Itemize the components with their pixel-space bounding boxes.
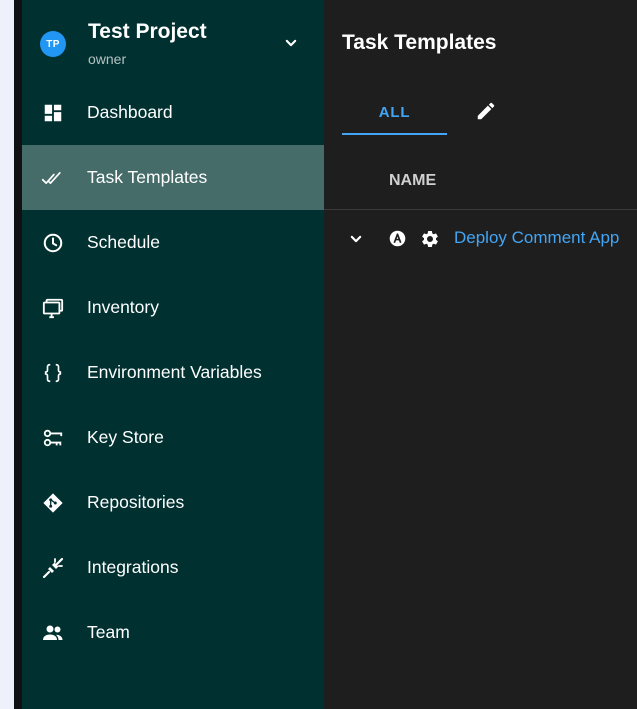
sidebar-item-inventory[interactable]: Inventory [22,275,324,340]
edit-views-button[interactable] [472,97,500,125]
sidebar-item-label: Dashboard [87,102,173,122]
project-role: owner [88,51,127,67]
sidebar-item-key-store[interactable]: Key Store [22,405,324,470]
sidebar-item-team[interactable]: Team [22,600,324,665]
sidebar: TP Test Project owner Dashboard Task Tem… [22,0,324,709]
pencil-icon [477,102,495,120]
main-panel: Task Templates ALL NAME Deploy Comment A… [324,0,637,709]
sidebar-item-label: Environment Variables [87,362,262,382]
code-braces-icon [41,361,65,385]
connection-icon [41,556,65,580]
sidebar-item-schedule[interactable]: Schedule [22,210,324,275]
sidebar-item-repositories[interactable]: Repositories [22,470,324,535]
project-selector[interactable]: TP Test Project owner [22,0,324,80]
dashboard-icon [41,101,65,125]
sidebar-item-label: Team [87,622,130,642]
sidebar-item-label: Schedule [87,232,160,252]
team-icon [41,621,65,645]
page-title: Task Templates [342,31,497,54]
clock-icon [41,231,65,255]
sidebar-item-label: Integrations [87,557,179,577]
git-icon [41,491,65,515]
monitor-icon [41,296,65,320]
sidebar-item-environment-variables[interactable]: Environment Variables [22,340,324,405]
project-avatar: TP [40,31,66,57]
chevron-down-icon[interactable] [346,229,366,249]
gear-icon [422,230,438,247]
sidebar-item-label: Key Store [87,427,164,447]
window-edge [14,0,22,709]
divider [324,209,637,210]
sidebar-item-label: Repositories [87,492,185,512]
tab-active-indicator [342,133,447,135]
project-name: Test Project [88,20,207,43]
column-header-name[interactable]: NAME [389,172,436,190]
sidebar-item-label: Task Templates [87,167,208,187]
chevron-down-icon[interactable] [281,33,301,53]
double-check-icon [41,166,65,190]
alpha-a-circle-icon [389,230,406,247]
tab-all[interactable]: ALL [342,88,447,136]
task-template-link[interactable]: Deploy Comment App [454,228,619,248]
sidebar-item-integrations[interactable]: Integrations [22,535,324,600]
sidebar-item-task-templates[interactable]: Task Templates [22,145,324,210]
sidebar-item-label: Inventory [87,297,159,317]
sidebar-item-dashboard[interactable]: Dashboard [22,80,324,145]
key-icon [41,426,65,450]
